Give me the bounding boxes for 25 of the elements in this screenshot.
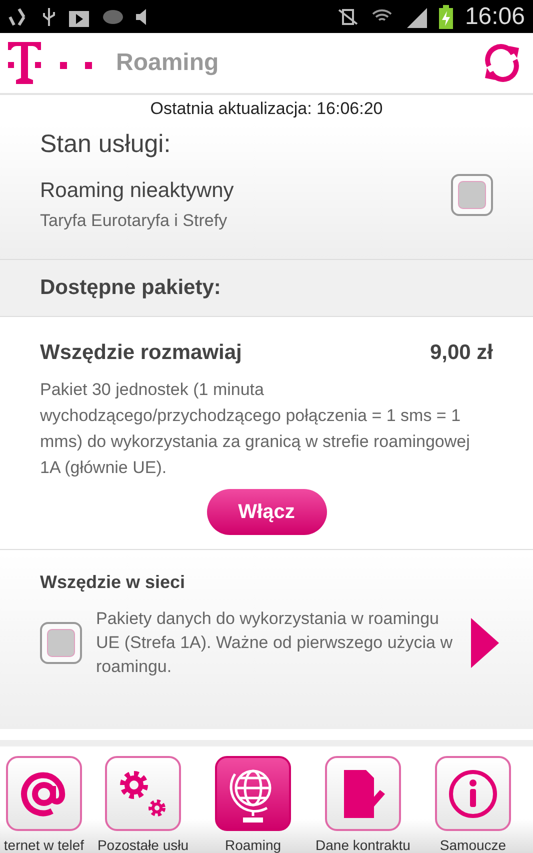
vibrate-icon — [336, 6, 359, 26]
checkbox[interactable] — [451, 174, 493, 216]
package-name: Wszędzie rozmawiaj — [40, 341, 242, 365]
speaker-icon — [136, 8, 148, 26]
info-icon — [447, 768, 499, 820]
roaming-status: Roaming nieaktywny — [40, 179, 234, 203]
enable-button[interactable]: Włącz — [206, 489, 326, 535]
checkbox[interactable] — [40, 622, 82, 664]
package-description: Pakiet 30 jednostek (1 minuta wychodzącego/przychodzącego połączenia = 1 sms = 1 mms) do wykorzystania za granicą w strefie roamingowej 1A (głównie UE). — [40, 379, 471, 479]
at-sign-icon — [20, 770, 68, 818]
logo-icon — [8, 42, 92, 84]
signal-icon — [404, 6, 427, 28]
refresh-icon[interactable] — [483, 44, 521, 82]
package-name: Wszędzie w sieci — [40, 572, 186, 593]
tariff-text: Taryfa Eurotaryfa i Strefy — [40, 211, 228, 231]
package-description: Pakiety danych do wykorzystania w roamingu UE (Strefa 1A). Ważne od pierwszego użycia w roamingu. — [96, 608, 454, 678]
screen-title: Roaming — [116, 49, 220, 77]
arrow-icon[interactable] — [471, 618, 499, 668]
clock: 16:06 — [464, 2, 525, 30]
package-price: 9,00 zł — [430, 341, 493, 365]
section-heading: Dostępne pakiety: — [0, 260, 533, 317]
last-update-text: Ostatnia aktualizacja: 16:06:20 — [149, 98, 384, 120]
usb-icon — [42, 6, 56, 28]
battery-icon — [438, 4, 453, 28]
section-heading: Stan usługi: — [40, 130, 172, 159]
